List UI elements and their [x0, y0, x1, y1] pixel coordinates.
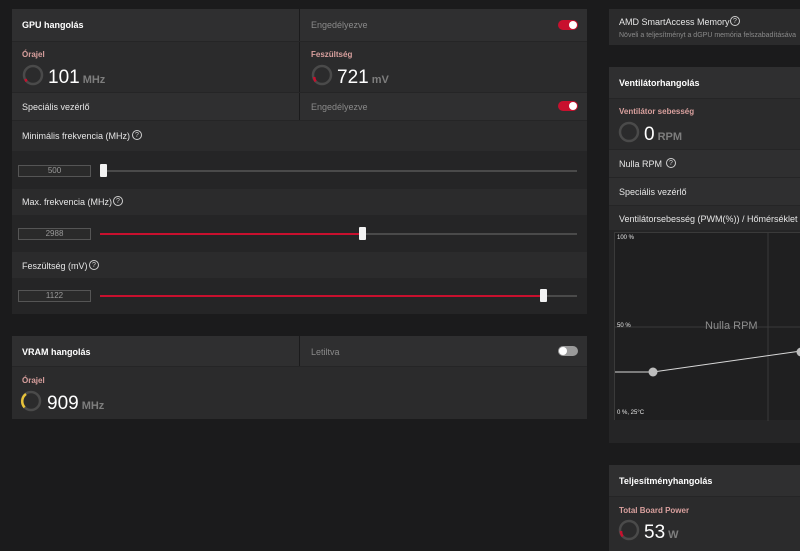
fan-curve-chart[interactable]: 100 % 50 % 0 %, 25°C Nulla RPM [614, 232, 800, 421]
perf-tuning-header: Teljesítményhangolás [609, 465, 800, 496]
fan-curve-point [648, 367, 658, 377]
fan-curve-point [796, 347, 800, 357]
vram-clock-unit: MHz [81, 400, 105, 412]
gpu-advanced-toggle[interactable] [558, 101, 578, 111]
gpu-tuning-toggle[interactable] [558, 20, 578, 30]
chart-zero-rpm-overlay: Nulla RPM [705, 320, 758, 332]
vram-clock-gauge-icon [20, 390, 42, 412]
fan-tuning-header: Ventilátorhangolás [609, 67, 800, 98]
tbp-value-group: 53 W [644, 522, 679, 544]
gpu-clock-value: 101 [48, 67, 80, 88]
gpu-tuning-toggle-text: Engedélyezve [311, 20, 368, 30]
max-freq-fill [100, 233, 362, 235]
fan-curve-label: Ventilátorsebesség (PWM(%)) / Hőmérsékle… [619, 214, 800, 224]
fan-speed-label: Ventilátor sebesség [619, 107, 695, 116]
voltage-label: Feszültség (mV) [22, 261, 88, 271]
chart-y-top-label: 100 % [617, 235, 635, 241]
fan-speed-unit: RPM [657, 131, 683, 143]
tbp-cell: Total Board Power 53 W [609, 497, 800, 551]
vram-tuning-title: VRAM hangolás [22, 347, 91, 357]
max-freq-input[interactable]: 2988 [18, 228, 91, 240]
min-freq-label: Minimális frekvencia (MHz) [22, 131, 131, 141]
sam-description: Növeli a teljesítményt a dGPU memória fe… [619, 32, 797, 39]
min-freq-input[interactable]: 500 [18, 165, 91, 177]
min-freq-help-icon[interactable]: ? [132, 130, 142, 140]
zero-rpm-help-icon[interactable]: ? [666, 158, 676, 168]
vram-clock-label: Órajel [22, 376, 45, 385]
gpu-clock-cell: Órajel 101 MHz [12, 42, 299, 92]
min-freq-track[interactable] [100, 170, 577, 172]
fan-speed-gauge-icon [618, 121, 640, 143]
vram-toggle-text: Letiltva [311, 347, 340, 357]
gpu-voltage-unit: mV [371, 74, 389, 86]
voltage-slider-handle[interactable] [540, 289, 547, 302]
max-freq-help-icon[interactable]: ? [113, 196, 123, 206]
sam-panel: AMD SmartAccess Memory ? Növeli a teljes… [609, 9, 800, 45]
gpu-advanced-toggle-row: Engedélyezve [299, 93, 587, 120]
fan-speed-cell: Ventilátor sebesség 0 RPM [609, 99, 800, 149]
vram-tuning-header: VRAM hangolás [12, 336, 299, 366]
gpu-voltage-gauge-icon [311, 64, 333, 86]
voltage-help-icon[interactable]: ? [89, 260, 99, 270]
perf-tuning-title: Teljesítményhangolás [619, 476, 713, 486]
zero-rpm-row: Nulla RPM ? [609, 150, 800, 177]
vram-clock-value-group: 909 MHz [47, 393, 104, 415]
gpu-tuning-title: GPU hangolás [22, 20, 84, 30]
fan-tuning-title: Ventilátorhangolás [619, 78, 700, 88]
min-freq-header: Minimális frekvencia (MHz) ? [12, 121, 587, 151]
max-freq-slider-handle[interactable] [359, 227, 366, 240]
gpu-tuning-header: GPU hangolás [12, 9, 299, 41]
gpu-clock-label: Órajel [22, 50, 45, 59]
gpu-advanced-toggle-text: Engedélyezve [311, 102, 368, 112]
fan-speed-value: 0 [644, 124, 655, 145]
tbp-unit: W [668, 529, 679, 541]
min-freq-slider-handle[interactable] [100, 164, 107, 177]
fan-advanced-label: Speciális vezérlő [619, 187, 687, 197]
chart-y-bottom-label: 0 %, 25°C [617, 410, 645, 416]
vram-toggle-row: Letiltva [299, 336, 587, 366]
gpu-advanced-row: Speciális vezérlő [12, 93, 299, 120]
fan-advanced-row: Speciális vezérlő [609, 178, 800, 205]
sam-help-icon[interactable]: ? [730, 16, 740, 26]
gpu-voltage-cell: Feszültség 721 mV [299, 42, 587, 92]
voltage-fill [100, 295, 544, 297]
voltage-header: Feszültség (mV) ? [12, 252, 587, 278]
fan-speed-value-group: 0 RPM [644, 124, 682, 146]
gpu-voltage-value-group: 721 mV [337, 67, 389, 89]
gpu-advanced-label: Speciális vezérlő [22, 102, 90, 112]
tbp-gauge-icon [618, 519, 640, 541]
voltage-input[interactable]: 1122 [18, 290, 91, 302]
gpu-clock-gauge-icon [22, 64, 44, 86]
gpu-clock-value-group: 101 MHz [48, 67, 105, 89]
vram-clock-value: 909 [47, 393, 79, 414]
tbp-value: 53 [644, 522, 666, 543]
vram-toggle[interactable] [558, 346, 578, 356]
fan-curve-header: Ventilátorsebesség (PWM(%)) / Hőmérsékle… [609, 206, 800, 230]
tbp-label: Total Board Power [619, 506, 690, 515]
fan-curve-line [615, 350, 800, 373]
gpu-voltage-value: 721 [337, 67, 369, 88]
max-freq-label: Max. frekvencia (MHz) [22, 197, 113, 207]
max-freq-header: Max. frekvencia (MHz) ? [12, 189, 587, 215]
gpu-voltage-label: Feszültség [311, 50, 353, 59]
gpu-clock-unit: MHz [82, 74, 106, 86]
vram-clock-cell: Órajel 909 MHz [12, 367, 587, 419]
sam-title: AMD SmartAccess Memory [619, 17, 730, 27]
chart-y-mid-label: 50 % [617, 323, 631, 329]
zero-rpm-label: Nulla RPM [619, 159, 663, 169]
gpu-tuning-toggle-row: Engedélyezve [299, 9, 587, 41]
